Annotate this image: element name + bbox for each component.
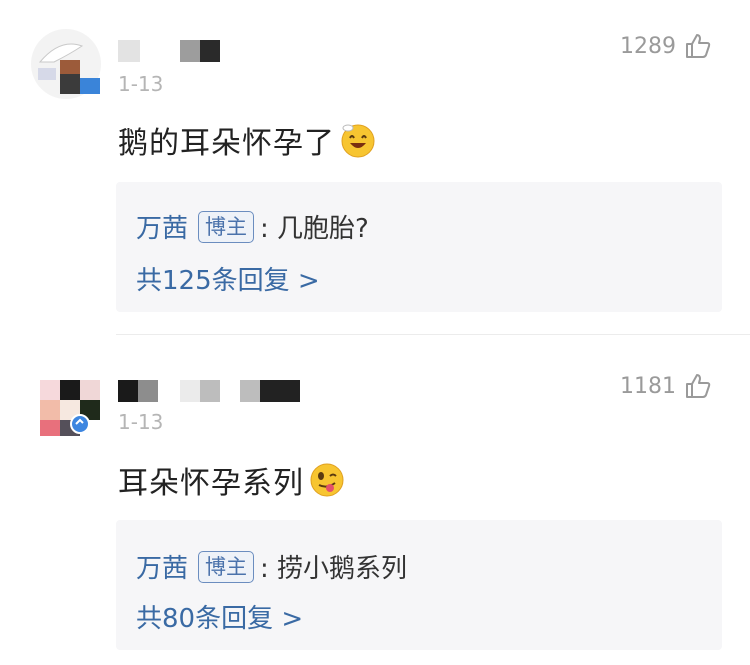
like-button[interactable]: 1289 bbox=[620, 32, 712, 60]
reply-content: : 几胞胎? bbox=[260, 214, 369, 244]
tongue-face-emoji-icon bbox=[310, 463, 344, 497]
avatar[interactable] bbox=[30, 366, 102, 438]
reply-author[interactable]: 万茜 bbox=[136, 208, 188, 245]
comment-text-content: 耳朵怀孕系列 bbox=[118, 466, 304, 501]
reply-author[interactable]: 万茜 bbox=[136, 548, 188, 585]
thumbs-up-icon bbox=[686, 34, 711, 58]
thumbs-up-icon bbox=[686, 374, 711, 398]
like-count: 1289 bbox=[620, 33, 676, 59]
view-replies-link[interactable]: 共125条回复 > bbox=[136, 260, 320, 297]
comment-text-content: 鹅的耳朵怀孕了 bbox=[118, 126, 335, 161]
reply-content: : 捞小鹅系列 bbox=[260, 554, 408, 584]
divider bbox=[116, 334, 750, 335]
comment-text: 耳朵怀孕系列 bbox=[118, 458, 346, 502]
like-count: 1181 bbox=[620, 373, 676, 399]
view-replies-link[interactable]: 共80条回复 > bbox=[136, 598, 303, 635]
reply-line: 万茜 博主 : 捞小鹅系列 bbox=[136, 548, 407, 585]
reply-preview[interactable]: 万茜 博主 : 捞小鹅系列 共80条回复 > bbox=[116, 520, 722, 650]
smiling-face-emoji-icon bbox=[341, 124, 375, 158]
comment-date: 1-13 bbox=[118, 72, 164, 96]
avatar[interactable] bbox=[30, 28, 102, 100]
author-badge: 博主 bbox=[198, 210, 255, 243]
comment-text: 鹅的耳朵怀孕了 bbox=[118, 118, 377, 162]
comment-date: 1-13 bbox=[118, 410, 164, 434]
reply-preview[interactable]: 万茜 博主 : 几胞胎? 共125条回复 > bbox=[116, 182, 722, 312]
author-badge: 博主 bbox=[198, 550, 255, 583]
like-button[interactable]: 1181 bbox=[620, 372, 712, 400]
reply-line: 万茜 博主 : 几胞胎? bbox=[136, 208, 369, 245]
